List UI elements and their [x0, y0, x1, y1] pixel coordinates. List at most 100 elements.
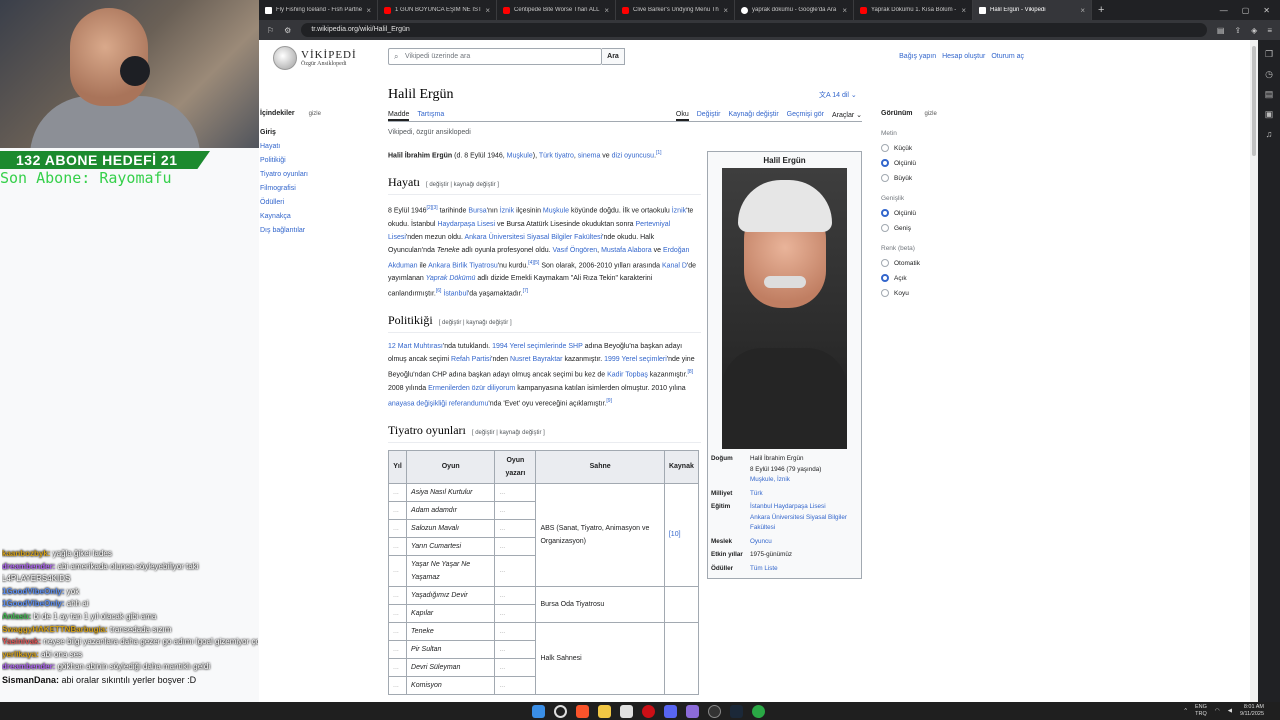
wifi-icon[interactable]: ◠ — [1215, 708, 1220, 714]
edit-section-links[interactable]: [ değiştir | kaynağı değiştir ] — [472, 430, 545, 436]
link-1999-secim[interactable]: 1999 Yerel seçimleri — [604, 356, 667, 363]
tab-close-icon[interactable]: × — [366, 6, 371, 15]
clock[interactable]: 8:01 AM 9/11/2025 — [1240, 704, 1264, 718]
tab-read[interactable]: Oku — [675, 111, 689, 121]
link-muskule[interactable]: Muşkule — [507, 152, 533, 159]
link-ankara-birlik[interactable]: Ankara Birlik Tiyatrosu — [428, 262, 498, 269]
scrollbar-thumb[interactable] — [1252, 46, 1256, 156]
link-vasif-ongoren[interactable]: Vasıf Öngören — [553, 247, 598, 254]
search-button[interactable]: Ara — [602, 48, 625, 65]
width-option[interactable]: Geniş — [881, 224, 981, 232]
link-tiyatro[interactable]: tiyatro — [555, 152, 574, 159]
link-refah[interactable]: Refah Partisi — [451, 356, 491, 363]
tab-close-icon[interactable]: × — [961, 6, 966, 15]
column-header-year[interactable]: Yıl — [387, 449, 408, 484]
obs-icon[interactable] — [708, 705, 721, 718]
new-tab-button[interactable]: + — [1092, 4, 1110, 16]
browser-tab[interactable]: Clive Barker's Undying Menu Theme × — [616, 0, 735, 20]
radio-button[interactable] — [881, 289, 889, 297]
radio-button[interactable] — [881, 209, 889, 217]
donate-link[interactable]: Bağış yapın — [899, 53, 936, 60]
tab-history[interactable]: Geçmişi gör — [787, 111, 824, 121]
bookmarks-panel-icon[interactable]: ❐ — [1258, 49, 1280, 60]
xbox-icon[interactable] — [752, 705, 765, 718]
brave-browser-icon[interactable] — [576, 705, 589, 718]
school-link[interactable]: İstanbul Haydarpaşa Lisesi — [750, 502, 858, 513]
toc-item-hayati[interactable]: Hayatı — [260, 143, 380, 150]
language-indicator[interactable]: ENG TRQ — [1195, 704, 1207, 718]
column-header-stage[interactable]: Sahne — [535, 449, 665, 484]
tab-article[interactable]: Madde — [388, 111, 410, 121]
create-account-link[interactable]: Hesap oluştur — [942, 53, 985, 60]
browser-tab[interactable]: Halil Ergün - Vikipedi × — [973, 0, 1092, 20]
close-icon[interactable]: ✕ — [1263, 6, 1270, 15]
toc-item-tiyatro[interactable]: Tiyatro oyunları — [260, 171, 380, 178]
link-haydarpasa[interactable]: Haydarpaşa Lisesi — [437, 221, 495, 228]
appearance-hide-button[interactable]: gizle — [925, 111, 937, 117]
radio-button[interactable] — [881, 159, 889, 167]
search-input[interactable]: ⌕ Vikipedi üzerinde ara — [388, 48, 602, 65]
link-iznik[interactable]: İznik — [500, 208, 514, 215]
radio-button[interactable] — [881, 224, 889, 232]
playlist-icon[interactable]: ♫ — [1258, 129, 1280, 139]
color-theme-option[interactable]: Otomatik — [881, 259, 981, 267]
cell-source-ref[interactable]: [10] — [663, 482, 700, 587]
toc-item-filmografi[interactable]: Filmografisi — [260, 185, 380, 192]
width-option[interactable]: Olçünlü — [881, 209, 981, 217]
portrait-photo[interactable] — [722, 168, 847, 449]
browser-tab[interactable]: yaprak dökümü - Google'da Ara × — [735, 0, 854, 20]
url-field[interactable]: tr.wikipedia.org/wiki/Halil_Ergün — [301, 23, 1207, 37]
tab-edit[interactable]: Değiştir — [697, 111, 721, 121]
browser-tab[interactable]: Yaprak Dökümü 1. Kısa Bölüm - YouT × — [854, 0, 973, 20]
toc-item-dis-baglantilar[interactable]: Dış bağlantılar — [260, 227, 380, 234]
maximize-icon[interactable]: ▢ — [1242, 6, 1250, 15]
awards-link[interactable]: Tüm Liste — [750, 564, 858, 575]
language-button[interactable]: 文A 14 dil ⌄ — [819, 90, 857, 100]
opera-icon[interactable] — [642, 705, 655, 718]
volume-icon[interactable]: ◀ — [1228, 708, 1232, 714]
tools-menu[interactable]: Araçlar ⌄ — [832, 111, 862, 121]
radio-button[interactable] — [881, 174, 889, 182]
link-turk[interactable]: Türk — [539, 152, 553, 159]
page-scrollbar[interactable] — [1250, 40, 1258, 702]
login-link[interactable]: Oturum aç — [991, 53, 1024, 60]
link-1994-secim[interactable]: 1994 Yerel seçimlerinde SHP — [492, 343, 583, 350]
file-explorer-icon[interactable] — [598, 705, 611, 718]
wallet-icon[interactable]: ▣ — [1258, 109, 1280, 120]
extension-icon[interactable]: ◈ — [1251, 26, 1257, 35]
toc-hide-button[interactable]: gizle — [309, 111, 321, 117]
tab-talk[interactable]: Tartışma — [417, 111, 444, 121]
link-kanal-d[interactable]: Kanal D — [662, 262, 687, 269]
color-theme-option[interactable]: Koyu — [881, 289, 981, 297]
wikipedia-logo[interactable]: VİKİPEDİ Özgür Ansiklopedi — [273, 46, 357, 70]
link-bursa[interactable]: Bursa — [468, 208, 486, 215]
link-ankara-sbf[interactable]: Ankara Üniversitesi Siyasal Bilgiler Fak… — [464, 234, 602, 241]
link-nusret-bayraktar[interactable]: Nusret Bayraktar — [510, 356, 563, 363]
profession-link[interactable]: Oyuncu — [750, 537, 858, 548]
tray-chevron-icon[interactable]: ^ — [1184, 708, 1187, 714]
column-header-source[interactable]: Kaynak — [663, 449, 700, 484]
browser-tab[interactable]: Fly Fishing Iceland - Fish Partner - Fly… — [259, 0, 378, 20]
color-theme-option[interactable]: Açık — [881, 274, 981, 282]
tab-close-icon[interactable]: × — [1080, 6, 1085, 15]
tab-edit-source[interactable]: Kaynağı değiştir — [728, 111, 778, 121]
text-size-option[interactable]: Büyük — [881, 174, 981, 182]
text-size-option[interactable]: Küçük — [881, 144, 981, 152]
discord-icon[interactable] — [664, 705, 677, 718]
toc-item-oduller[interactable]: Ödülleri — [260, 199, 380, 206]
link-yaprak-dokumu[interactable]: Yaprak Dökümü — [426, 275, 476, 282]
radio-button[interactable] — [881, 144, 889, 152]
steam-icon[interactable] — [730, 705, 743, 718]
edit-section-links[interactable]: [ değiştir | kaynağı değiştir ] — [426, 182, 499, 188]
toc-item-giris[interactable]: Giriş — [260, 129, 380, 136]
browser-tab[interactable]: Centipede Bite Worse Than ALL Sting × — [497, 0, 616, 20]
tab-close-icon[interactable]: × — [485, 6, 490, 15]
column-header-play[interactable]: Oyun — [406, 449, 496, 484]
menu-icon[interactable]: ≡ — [1267, 26, 1272, 35]
radio-button[interactable] — [881, 259, 889, 267]
link-mustafa-alabora[interactable]: Mustafa Alabora — [601, 247, 652, 254]
link-istanbul[interactable]: İstanbul — [443, 290, 468, 297]
university-link[interactable]: Ankara Üniversitesi Siyasal Bilgiler Fak… — [750, 513, 858, 534]
tab-close-icon[interactable]: × — [723, 6, 728, 15]
radio-button[interactable] — [881, 274, 889, 282]
